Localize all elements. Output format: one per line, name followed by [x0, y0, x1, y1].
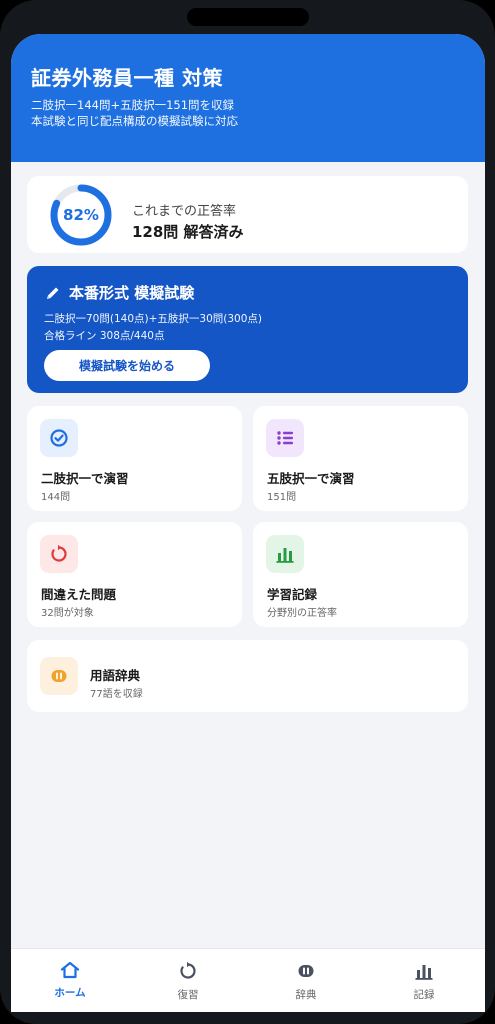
- tab-label: ホーム: [54, 987, 86, 999]
- dictionary-title: 用語辞典: [90, 668, 141, 683]
- bar-chart-icon: [415, 965, 433, 980]
- mock-exam-pass-line: 合格ライン 308点/440点: [44, 330, 165, 342]
- header-subtitle-line1: 二肢択一144問+五肢択一151問を収録: [31, 98, 235, 112]
- mock-exam-structure: 二肢択一70問(140点)+五肢択一30問(300点): [44, 313, 262, 325]
- page-title: 証券外務員一種 対策: [31, 66, 223, 90]
- bottom-tab-bar: ホーム 復習 辞典 記録: [11, 948, 485, 1012]
- tile-subtitle: 32問が対象: [41, 608, 94, 619]
- tile-title: 五肢択一で演習: [267, 471, 355, 486]
- study-record-tile[interactable]: 学習記録 分野別の正答率: [253, 522, 468, 627]
- list-icon: [266, 419, 304, 457]
- app-screen: 証券外務員一種 対策 二肢択一144問+五肢択一151問を収録 本試験と同じ配点…: [11, 34, 485, 1012]
- book-icon: [298, 965, 314, 977]
- tile-title: 二肢択一で演習: [41, 471, 129, 486]
- mock-exam-title: 本番形式 模擬試験: [45, 282, 194, 303]
- score-percent: 82%: [63, 206, 99, 224]
- retry-icon: [180, 961, 196, 979]
- book-icon: [40, 657, 78, 695]
- header-subtitle: 二肢択一144問+五肢択一151問を収録 本試験と同じ配点構成の模擬試験に対応: [31, 97, 485, 129]
- tab-label: 辞典: [295, 989, 317, 1001]
- check-circle-icon: [40, 419, 78, 457]
- pencil-icon: [47, 287, 59, 299]
- mock-exam-title-text: 本番形式 模擬試験: [69, 284, 195, 302]
- tab-review[interactable]: 復習: [129, 949, 247, 1012]
- tile-subtitle: 分野別の正答率: [267, 608, 337, 619]
- tile-title: 学習記録: [267, 587, 318, 602]
- mock-exam-card: 本番形式 模擬試験 二肢択一70問(140点)+五肢択一30問(300点) 合格…: [27, 266, 468, 393]
- phone-frame: 証券外務員一種 対策 二肢択一144問+五肢択一151問を収録 本試験と同じ配点…: [0, 0, 495, 1024]
- home-icon: [60, 961, 80, 979]
- score-label: これまでの正答率: [132, 204, 237, 219]
- answered-count: 128問 解答済み: [132, 223, 244, 241]
- dictionary-card[interactable]: 用語辞典 77語を収録: [27, 640, 468, 712]
- tab-label: 記録: [413, 989, 435, 1001]
- tile-subtitle: 144問: [41, 492, 71, 503]
- start-mock-exam-button[interactable]: 模擬試験を始める: [44, 350, 210, 381]
- tab-record[interactable]: 記録: [365, 949, 483, 1012]
- five-choice-practice-tile[interactable]: 五肢択一で演習 151問: [253, 406, 468, 511]
- tab-home[interactable]: ホーム: [11, 949, 129, 1012]
- two-choice-practice-tile[interactable]: 二肢択一で演習 144問: [27, 406, 242, 511]
- app-header: 証券外務員一種 対策 二肢択一144問+五肢択一151問を収録 本試験と同じ配点…: [11, 34, 485, 162]
- camera-notch: [187, 8, 309, 26]
- header-subtitle-line2: 本試験と同じ配点構成の模擬試験に対応: [31, 114, 238, 128]
- wrong-questions-tile[interactable]: 間違えた問題 32問が対象: [27, 522, 242, 627]
- score-card: 82% これまでの正答率 128問 解答済み: [27, 176, 468, 253]
- tile-title: 間違えた問題: [41, 587, 117, 602]
- tile-subtitle: 151問: [267, 492, 297, 503]
- tab-label: 復習: [177, 989, 199, 1001]
- bar-chart-icon: [266, 535, 304, 573]
- retry-icon: [40, 535, 78, 573]
- tab-dictionary[interactable]: 辞典: [247, 949, 365, 1012]
- dictionary-subtitle: 77語を収録: [90, 689, 143, 700]
